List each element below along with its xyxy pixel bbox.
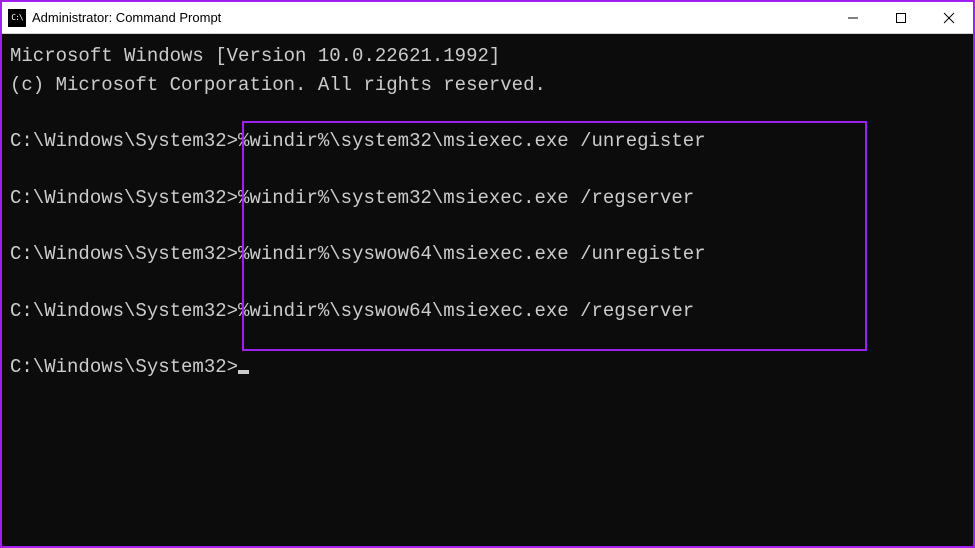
version-line: Microsoft Windows [Version 10.0.22621.19… [10, 42, 965, 71]
command-line: C:\Windows\System32>%windir%\syswow64\ms… [10, 240, 965, 269]
prompt: C:\Windows\System32> [10, 300, 238, 322]
window-frame: Administrator: Command Prompt Microsoft … [0, 0, 975, 548]
terminal-area[interactable]: Microsoft Windows [Version 10.0.22621.19… [2, 34, 973, 546]
command-text: %windir%\syswow64\msiexec.exe /unregiste… [238, 243, 705, 265]
prompt: C:\Windows\System32> [10, 356, 238, 378]
current-prompt-line: C:\Windows\System32> [10, 353, 965, 382]
command-text: %windir%\syswow64\msiexec.exe /regserver [238, 300, 694, 322]
command-text: %windir%\system32\msiexec.exe /unregiste… [238, 130, 705, 152]
titlebar[interactable]: Administrator: Command Prompt [2, 2, 973, 34]
prompt: C:\Windows\System32> [10, 187, 238, 209]
window-controls [829, 2, 973, 33]
prompt: C:\Windows\System32> [10, 243, 238, 265]
close-button[interactable] [925, 2, 973, 33]
command-line: C:\Windows\System32>%windir%\system32\ms… [10, 127, 965, 156]
minimize-button[interactable] [829, 2, 877, 33]
cmd-icon [8, 9, 26, 27]
window-title: Administrator: Command Prompt [32, 10, 829, 25]
prompt: C:\Windows\System32> [10, 130, 238, 152]
copyright-line: (c) Microsoft Corporation. All rights re… [10, 71, 965, 100]
command-line: C:\Windows\System32>%windir%\syswow64\ms… [10, 297, 965, 326]
command-line: C:\Windows\System32>%windir%\system32\ms… [10, 184, 965, 213]
cursor [238, 370, 249, 374]
command-text: %windir%\system32\msiexec.exe /regserver [238, 187, 694, 209]
maximize-button[interactable] [877, 2, 925, 33]
